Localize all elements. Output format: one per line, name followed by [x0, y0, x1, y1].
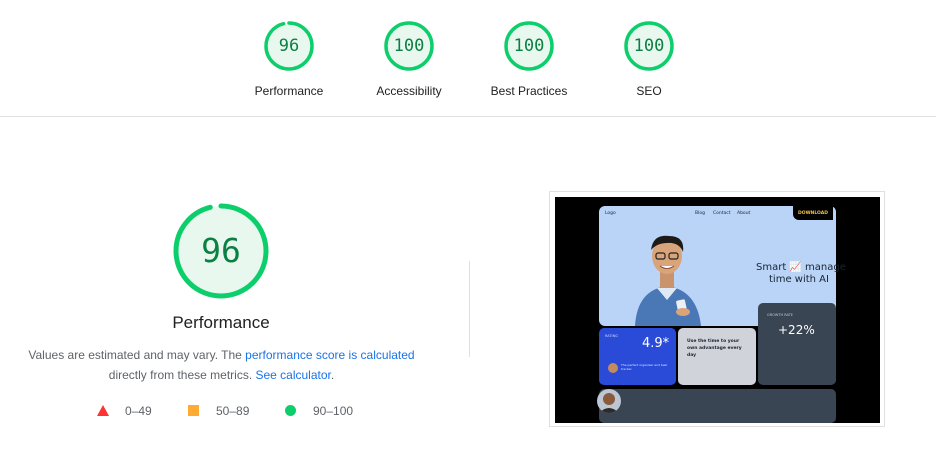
thumb-bottom-card	[597, 389, 836, 423]
performance-score-link[interactable]: performance score is calculated	[245, 348, 414, 362]
legend-range: 90–100	[313, 404, 354, 418]
gauge-label: SEO	[636, 84, 662, 98]
thumb-nav-blog: Blog	[695, 211, 705, 216]
thumb-growth-card: GROWTH RATE +22%	[758, 303, 836, 385]
thumb-download-tab: DOWNLOAD	[793, 206, 833, 220]
gauge-label: Performance	[254, 84, 324, 98]
thumb-nav-contact: Contact	[713, 211, 731, 216]
gauge-label: Best Practices	[490, 84, 568, 98]
thumb-download-label: DOWNLOAD	[798, 211, 828, 216]
thumb-rating-card: RATING 4.9* The perfect organizer and ta…	[599, 328, 676, 385]
desc-middle: directly from these metrics.	[108, 368, 256, 382]
gauge-label: Accessibility	[376, 84, 442, 98]
score-value: 100	[513, 36, 545, 56]
rating-caption: RATING	[605, 334, 618, 338]
rating-value: 4.9*	[642, 336, 670, 351]
desc-prefix: Values are estimated and may vary. The	[28, 348, 246, 362]
growth-caption: GROWTH RATE	[767, 313, 794, 317]
legend-range: 50–89	[216, 404, 250, 418]
thumb-headline-line2: time with AI	[769, 274, 829, 285]
score-ring: 100	[623, 20, 675, 72]
avatar	[597, 389, 621, 413]
thumb-logo: Logo	[605, 211, 616, 216]
performance-title: Performance	[172, 313, 270, 332]
score-ring: 100	[503, 20, 555, 72]
gauge-accessibility[interactable]: 100 Accessibility	[349, 20, 469, 98]
score-ring: 100	[383, 20, 435, 72]
triangle-icon	[97, 405, 109, 416]
performance-gauge: 96	[171, 201, 271, 301]
score-value: 100	[393, 36, 425, 56]
rating-text: The perfect organizer and task tracker.	[621, 363, 668, 371]
performance-score: 96	[201, 231, 241, 270]
circle-icon	[285, 405, 296, 416]
gauge-seo[interactable]: 100 SEO	[589, 20, 709, 98]
gauge-performance[interactable]: 96 Performance	[229, 20, 349, 98]
legend-range: 0–49	[125, 404, 152, 418]
score-value: 100	[633, 36, 665, 56]
thumb-nav-about: About	[737, 211, 751, 216]
person-illustration	[635, 235, 701, 326]
desc-suffix: .	[330, 368, 335, 382]
screenshot-image: Logo Blog Contact About Smart 📈 manage t…	[555, 197, 880, 423]
category-summary: 96 Performance 100 Accessibility 100 Bes…	[0, 0, 936, 117]
gauge-best-practices[interactable]: 100 Best Practices	[469, 20, 589, 98]
final-screenshot[interactable]: Logo Blog Contact About Smart 📈 manage t…	[549, 191, 885, 427]
thumb-advantage-card: Use the time to your own advantage every…	[678, 328, 756, 385]
see-calculator-link[interactable]: See calculator	[255, 368, 330, 382]
square-icon	[188, 405, 199, 416]
score-value: 96	[278, 36, 300, 56]
avatar	[608, 363, 618, 373]
advantage-text: Use the time to your own advantage every…	[687, 339, 742, 358]
score-ring: 96	[263, 20, 315, 72]
thumb-headline: Smart 📈 manage time with AI	[756, 262, 866, 286]
thumb-headline-line1: Smart 📈 manage	[756, 262, 846, 273]
divider	[469, 261, 470, 357]
performance-description: Values are estimated and may vary. The p…	[14, 345, 429, 385]
growth-value: +22%	[778, 323, 815, 337]
